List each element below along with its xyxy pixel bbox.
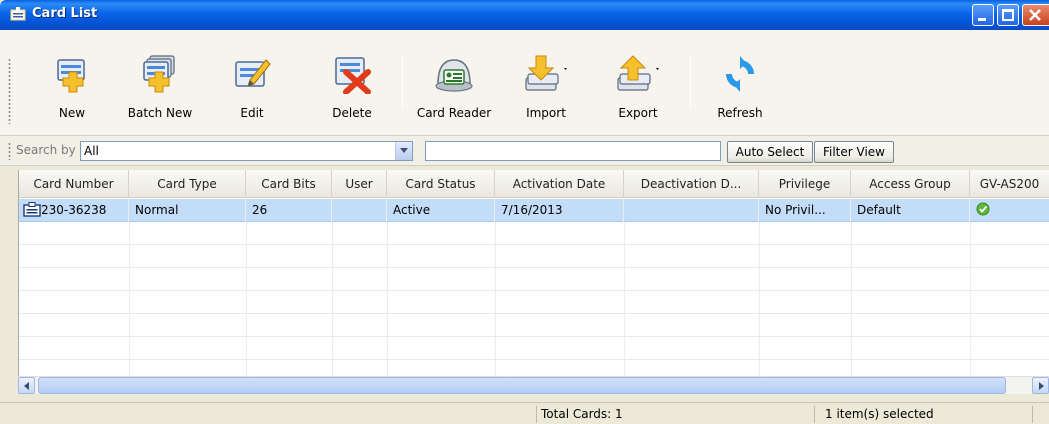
scroll-left-button[interactable] xyxy=(18,377,35,394)
export-label: Export xyxy=(618,106,658,120)
grid-line xyxy=(332,222,333,376)
check-icon xyxy=(976,202,990,216)
column-card-number[interactable]: Card Number xyxy=(19,170,129,198)
column-card-bits[interactable]: Card Bits xyxy=(246,170,332,198)
refresh-button[interactable]: Refresh xyxy=(700,48,780,132)
column-access-group[interactable]: Access Group xyxy=(851,170,970,198)
batch-new-label: Batch New xyxy=(127,106,193,120)
column-card-type[interactable]: Card Type xyxy=(129,170,246,198)
cell-access-group: Default xyxy=(851,199,970,222)
cell-card-number: 230-36238 xyxy=(19,199,129,222)
chevron-down-icon[interactable] xyxy=(395,142,412,160)
minimize-icon xyxy=(978,18,986,21)
table-row xyxy=(19,245,1049,268)
scroll-thumb[interactable] xyxy=(38,377,1006,394)
cell-card-status: Active xyxy=(387,199,495,222)
table-row xyxy=(19,291,1049,314)
table-row[interactable]: 230-36238 Normal 26 Active 7/16/2013 No … xyxy=(19,199,1049,222)
minimize-button[interactable] xyxy=(972,4,994,26)
grid-line xyxy=(970,222,971,376)
cell-privilege: No Privil... xyxy=(759,199,851,222)
cell-card-type: Normal xyxy=(129,199,246,222)
search-bar: Search by All Auto Select Filter View xyxy=(0,136,1049,166)
grid-line xyxy=(387,222,388,376)
card-reader-icon xyxy=(435,59,473,92)
export-button[interactable]: Export xyxy=(598,48,678,132)
export-icon xyxy=(617,55,659,91)
table-row xyxy=(19,268,1049,291)
scroll-right-button[interactable] xyxy=(1032,377,1049,394)
grid-line xyxy=(495,222,496,376)
grid-line xyxy=(624,222,625,376)
cell-deactivation-date xyxy=(624,199,759,222)
status-bar: Total Cards: 1 1 item(s) selected xyxy=(0,402,1049,424)
chevron-right-icon xyxy=(1039,382,1044,390)
grid-line xyxy=(129,222,130,376)
refresh-icon xyxy=(726,56,754,92)
card-number-value: 230-36238 xyxy=(41,203,107,217)
table-row xyxy=(19,337,1049,360)
card-reader-label: Card Reader xyxy=(416,106,492,120)
search-grip[interactable] xyxy=(8,142,11,160)
grid-line xyxy=(759,222,760,376)
filter-view-button[interactable]: Filter View xyxy=(814,141,894,163)
selection-status: 1 item(s) selected xyxy=(814,406,1032,423)
delete-icon xyxy=(335,57,371,94)
batch-new-button[interactable]: Batch New xyxy=(120,48,200,132)
auto-select-button[interactable]: Auto Select xyxy=(727,141,813,163)
card-list-window: Card List New Batch New Edit Delete Card… xyxy=(0,0,1049,424)
card-reader-button[interactable]: Card Reader xyxy=(414,48,494,132)
card-table: Card Number Card Type Card Bits User Car… xyxy=(18,170,1049,384)
cell-user xyxy=(332,199,387,222)
grid-line xyxy=(246,222,247,376)
close-button[interactable] xyxy=(1022,4,1049,26)
column-card-status[interactable]: Card Status xyxy=(387,170,495,198)
batch-new-icon xyxy=(143,55,175,93)
grid-line xyxy=(851,222,852,376)
toolbar-grip[interactable] xyxy=(8,58,11,124)
title-bar[interactable]: Card List xyxy=(0,0,1049,30)
toolbar-separator xyxy=(690,56,691,108)
frame-border xyxy=(8,170,18,400)
table-row xyxy=(19,222,1049,245)
new-button[interactable]: New xyxy=(32,48,112,132)
table-row xyxy=(19,314,1049,337)
toolbar: New Batch New Edit Delete Card Reader Im… xyxy=(0,30,1049,136)
cell-card-bits: 26 xyxy=(246,199,332,222)
card-list-icon xyxy=(10,7,26,21)
status-resize-grip[interactable] xyxy=(1032,406,1049,423)
edit-label: Edit xyxy=(240,106,264,120)
edit-button[interactable]: Edit xyxy=(212,48,292,132)
chevron-left-icon xyxy=(24,382,29,390)
total-cards-status: Total Cards: 1 xyxy=(536,406,814,423)
column-gv-as200[interactable]: GV-AS200 xyxy=(970,170,1049,198)
search-by-dropdown[interactable]: All xyxy=(80,141,413,161)
cell-activation-date: 7/16/2013 xyxy=(495,199,624,222)
search-input[interactable] xyxy=(425,141,721,161)
import-label: Import xyxy=(526,106,566,120)
maximize-button[interactable] xyxy=(997,4,1019,26)
column-activation-date[interactable]: Activation Date xyxy=(495,170,624,198)
maximize-icon xyxy=(1002,9,1014,21)
import-icon xyxy=(525,55,567,91)
cell-gv-as200 xyxy=(970,199,1049,222)
close-icon xyxy=(1029,9,1041,21)
delete-button[interactable]: Delete xyxy=(312,48,392,132)
toolbar-separator xyxy=(402,56,403,108)
window-title: Card List xyxy=(32,6,98,21)
import-button[interactable]: Import xyxy=(506,48,586,132)
edit-icon xyxy=(235,59,271,87)
card-icon xyxy=(23,202,41,217)
delete-label: Delete xyxy=(332,106,372,120)
new-label: New xyxy=(58,106,86,120)
horizontal-scrollbar[interactable] xyxy=(18,376,1049,394)
column-privilege[interactable]: Privilege xyxy=(759,170,851,198)
search-by-value: All xyxy=(84,144,99,158)
search-by-label: Search by xyxy=(16,143,76,157)
refresh-label: Refresh xyxy=(717,106,763,120)
table-header: Card Number Card Type Card Bits User Car… xyxy=(19,170,1049,198)
new-card-icon xyxy=(57,59,85,93)
column-deactivation-date[interactable]: Deactivation D... xyxy=(624,170,759,198)
column-user[interactable]: User xyxy=(332,170,387,198)
